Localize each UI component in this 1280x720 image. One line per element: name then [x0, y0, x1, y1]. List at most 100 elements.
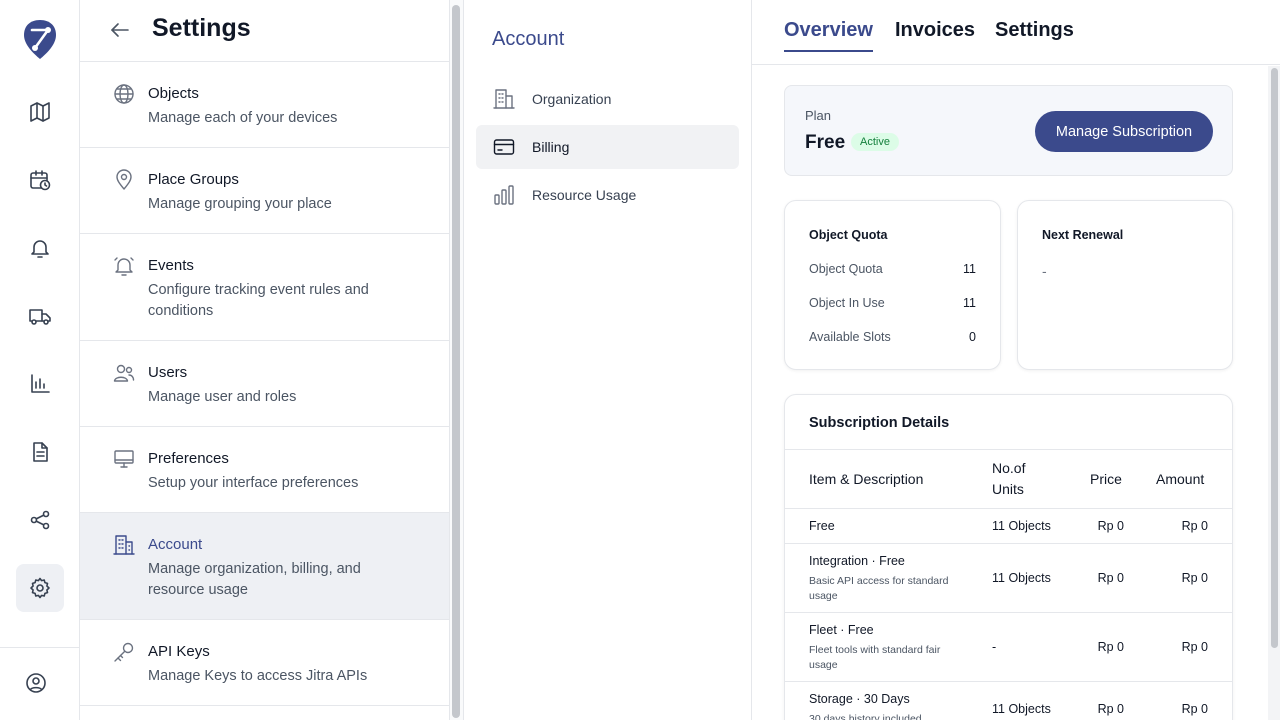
map-icon	[30, 102, 50, 122]
rail-settings-button[interactable]	[16, 564, 64, 612]
arrow-left-icon	[111, 23, 129, 37]
object-quota-card: Object Quota Object Quota 11 Object In U…	[784, 200, 1001, 370]
users-icon	[112, 361, 136, 385]
row-note: Basic API access for standard usage	[809, 575, 949, 602]
column-header-item: Item & Description	[809, 471, 924, 487]
subnav-billing[interactable]: Billing	[476, 125, 739, 169]
back-button[interactable]	[106, 16, 134, 44]
row-item: Fleet · Free	[809, 623, 874, 637]
status-badge: Active	[851, 133, 899, 151]
row-units: 11 Objects	[992, 519, 1051, 533]
plan-label: Plan	[805, 108, 832, 123]
quota-title: Object Quota	[809, 228, 888, 242]
settings-item-users[interactable]: Users Manage user and roles	[80, 341, 449, 427]
settings-item-objects[interactable]: Objects Manage each of your devices	[80, 62, 449, 148]
settings-item-desc: Manage user and roles	[148, 389, 297, 405]
divider	[785, 612, 1232, 613]
subnav-resource-usage[interactable]: Resource Usage	[476, 173, 739, 217]
subscription-title: Subscription Details	[809, 415, 950, 431]
gear-icon	[30, 577, 50, 599]
settings-item-events[interactable]: Events Configure tracking event rules an…	[80, 234, 449, 341]
column-header-amount: Amount	[1156, 471, 1205, 487]
bar-chart-icon	[492, 183, 516, 207]
settings-item-account[interactable]: Account Manage organization, billing, an…	[80, 513, 449, 620]
page-title: Settings	[152, 14, 251, 42]
manage-subscription-button[interactable]: Manage Subscription	[1035, 111, 1213, 152]
chart-icon	[31, 374, 50, 393]
renewal-value: -	[1042, 263, 1047, 279]
key-icon	[112, 640, 136, 664]
row-units: -	[992, 640, 997, 654]
row-item: Storage · 30 Days	[809, 692, 910, 706]
billing-main: Overview Invoices Settings Plan Free Act…	[752, 0, 1280, 720]
globe-icon	[112, 82, 136, 106]
settings-item-name: Users	[148, 364, 188, 381]
divider	[785, 508, 1232, 509]
settings-item-name: Events	[148, 257, 194, 274]
quota-row: Object Quota 11	[809, 262, 976, 276]
quota-row-label: Available Slots	[809, 330, 891, 344]
quota-row: Object In Use 11	[809, 296, 976, 310]
quota-row: Available Slots 0	[809, 330, 976, 344]
subnav-organization[interactable]: Organization	[476, 77, 739, 121]
truck-icon	[29, 309, 51, 325]
quota-row-value: 11	[963, 296, 976, 310]
rail-profile-button[interactable]	[12, 659, 60, 707]
row-price: Rp 0	[1097, 702, 1124, 716]
plan-value: Free	[805, 132, 846, 153]
settings-item-place-groups[interactable]: Place Groups Manage grouping your place	[80, 148, 449, 234]
settings-header: Settings	[80, 0, 449, 62]
column-header-units: No.of Units	[992, 460, 1026, 497]
rail-notifications-button[interactable]	[16, 224, 64, 272]
app-logo-icon[interactable]	[22, 18, 58, 60]
row-amount: Rp 0	[1181, 640, 1208, 654]
rail-fleet-button[interactable]	[16, 292, 64, 340]
settings-item-name: API Keys	[148, 643, 210, 660]
subnav-label: Billing	[532, 139, 570, 155]
settings-item-desc: Manage each of your devices	[148, 110, 338, 126]
tab-overview[interactable]: Overview	[784, 19, 873, 52]
subnav-label: Organization	[532, 91, 612, 107]
row-units: 11 Objects	[992, 571, 1051, 585]
rail-schedule-button[interactable]	[16, 156, 64, 204]
divider	[785, 449, 1232, 450]
row-price: Rp 0	[1097, 571, 1124, 585]
settings-item-api-keys[interactable]: API Keys Manage Keys to access Jitra API…	[80, 620, 449, 706]
main-scrollbar[interactable]	[1268, 66, 1280, 720]
tab-invoices[interactable]: Invoices	[895, 19, 975, 50]
main-scrollbar-thumb[interactable]	[1271, 68, 1278, 648]
row-units: 11 Objects	[992, 702, 1051, 716]
user-circle-icon	[26, 673, 46, 693]
settings-list: Objects Manage each of your devices Plac…	[80, 62, 449, 706]
settings-item-desc: Setup your interface preferences	[148, 475, 359, 491]
row-amount: Rp 0	[1181, 519, 1208, 533]
credit-card-icon	[492, 135, 516, 159]
row-price: Rp 0	[1097, 519, 1124, 533]
settings-scrollbar[interactable]	[452, 5, 460, 718]
settings-item-desc: Manage grouping your place	[148, 196, 332, 212]
next-renewal-card: Next Renewal -	[1017, 200, 1233, 370]
document-icon	[33, 442, 48, 462]
rail-reports-button[interactable]	[16, 360, 64, 408]
row-item: Integration · Free	[809, 554, 905, 568]
settings-item-desc: Manage organization, billing, and resour…	[148, 561, 361, 598]
row-note: 30 days history included	[809, 713, 922, 720]
account-title: Account	[492, 28, 565, 50]
calendar-clock-icon	[30, 170, 51, 191]
settings-item-desc: Manage Keys to access Jitra APIs	[148, 668, 368, 684]
settings-item-name: Preferences	[148, 450, 229, 467]
settings-item-name: Place Groups	[148, 171, 239, 188]
settings-item-desc: Configure tracking event rules and condi…	[148, 282, 369, 319]
plan-card: Plan Free Active Manage Subscription	[784, 85, 1233, 176]
tab-settings[interactable]: Settings	[995, 19, 1074, 50]
rail-share-button[interactable]	[16, 496, 64, 544]
rail-map-button[interactable]	[16, 88, 64, 136]
subscription-details-card: Subscription Details Item & Description …	[784, 394, 1233, 720]
row-price: Rp 0	[1097, 640, 1124, 654]
divider	[785, 543, 1232, 544]
settings-item-preferences[interactable]: Preferences Setup your interface prefere…	[80, 427, 449, 513]
settings-item-name: Objects	[148, 85, 199, 102]
billing-tabs: Overview Invoices Settings	[752, 0, 1280, 65]
rail-documents-button[interactable]	[16, 428, 64, 476]
account-subnav: Account Organization Billing Resource Us…	[464, 0, 752, 720]
